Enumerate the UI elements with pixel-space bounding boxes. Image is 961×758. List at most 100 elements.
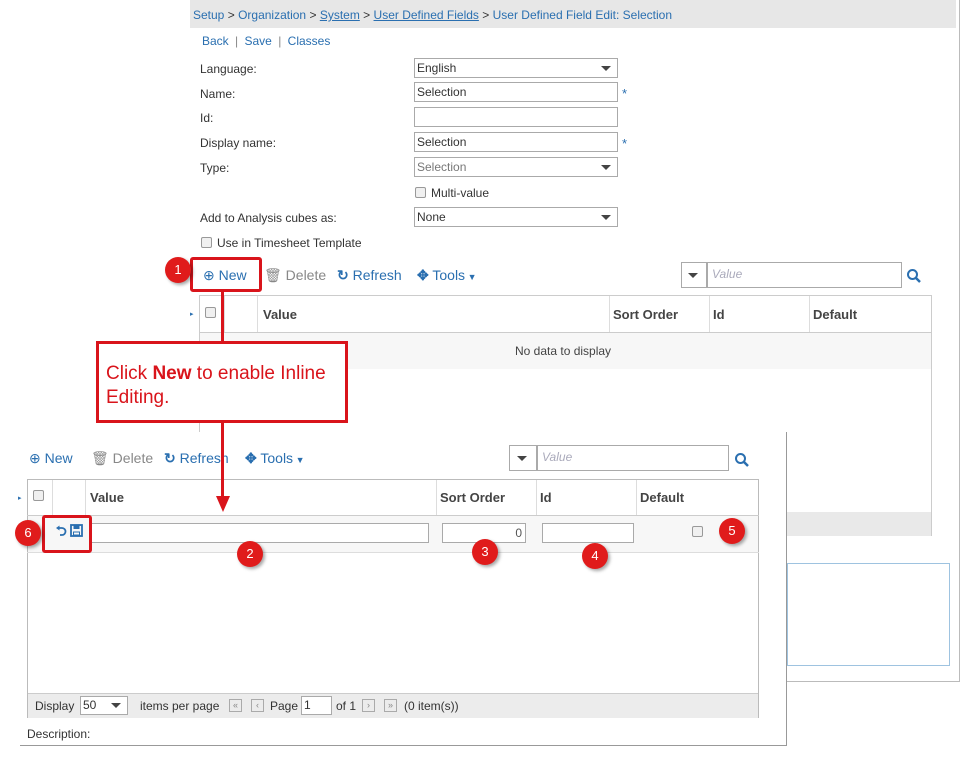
language-select[interactable]: English — [414, 58, 618, 78]
description-box-back — [787, 563, 950, 666]
search-input[interactable]: Value — [537, 445, 729, 471]
multi-value-label: Multi-value — [431, 186, 490, 200]
display-name-value: Selection — [417, 135, 467, 149]
required-marker: * — [622, 86, 628, 101]
type-label: Type: — [200, 161, 230, 175]
select-all-checkbox[interactable] — [33, 490, 44, 501]
last-page-button[interactable]: » — [384, 699, 397, 712]
action-separator: | — [278, 34, 282, 48]
classes-link[interactable]: Classes — [288, 34, 331, 48]
search-column-dropdown[interactable] — [681, 262, 707, 288]
divider — [709, 296, 710, 332]
save-link[interactable]: Save — [245, 34, 272, 48]
tools-button-back[interactable]: ✥ Tools ▼ — [417, 267, 476, 284]
column-header-value[interactable]: Value — [90, 490, 124, 505]
save-undo-highlight-box — [42, 515, 92, 553]
display-name-label: Display name: — [200, 136, 277, 150]
breadcrumb-system[interactable]: System — [320, 8, 360, 22]
first-page-button[interactable]: « — [229, 699, 242, 712]
arrow-line — [221, 292, 224, 341]
chevron-down-icon — [688, 273, 698, 278]
breadcrumb-setup[interactable]: Setup — [193, 8, 224, 22]
chevron-right-icon: › — [367, 700, 370, 710]
pager-strip-back — [787, 512, 931, 536]
timesheet-checkbox[interactable] — [201, 237, 212, 248]
divider — [224, 296, 225, 332]
analysis-select[interactable]: None — [414, 207, 618, 227]
tools-label: Tools — [432, 267, 466, 283]
page-number-input[interactable]: 1 — [301, 696, 332, 715]
column-header-sort-order[interactable]: Sort Order — [613, 307, 678, 322]
chevron-down-icon — [111, 703, 121, 708]
id-label: Id: — [200, 111, 214, 125]
refresh-button-back[interactable]: ↻ Refresh — [337, 267, 402, 284]
plus-circle-icon: ⊕ — [29, 450, 41, 466]
name-field[interactable]: Selection — [414, 82, 618, 102]
tools-button[interactable]: ✥ Tools ▼ — [245, 450, 304, 467]
instruction-callout: Click New to enable Inline Editing. — [96, 341, 348, 423]
value-input[interactable] — [89, 523, 429, 543]
timesheet-label: Use in Timesheet Template — [217, 236, 362, 250]
breadcrumb-user-defined-fields[interactable]: User Defined Fields — [374, 8, 479, 22]
trash-icon: 🗑 — [91, 450, 109, 466]
refresh-button[interactable]: ↻ Refresh — [164, 450, 229, 467]
divider — [436, 480, 437, 515]
page-size-select[interactable]: 50 — [80, 696, 128, 715]
action-links: Back | Save | Classes — [202, 34, 330, 48]
default-checkbox[interactable] — [692, 526, 703, 537]
delete-button[interactable]: 🗑 Delete — [91, 450, 153, 467]
column-header-default[interactable]: Default — [813, 307, 857, 322]
chevron-down-icon — [601, 215, 611, 220]
breadcrumb-organization[interactable]: Organization — [238, 8, 306, 22]
breadcrumb-separator: > — [482, 8, 490, 22]
display-name-field[interactable]: Selection — [414, 132, 618, 152]
search-icon[interactable] — [906, 268, 922, 284]
breadcrumb-current: User Defined Field Edit: Selection — [492, 8, 673, 22]
arrow-head — [216, 496, 230, 512]
analysis-value: None — [417, 210, 446, 224]
double-chevron-left-icon: « — [232, 700, 238, 710]
display-label: Display — [35, 699, 75, 713]
id-input[interactable] — [542, 523, 634, 543]
column-header-id[interactable]: Id — [713, 307, 725, 322]
step-badge-5: 5 — [719, 518, 745, 544]
column-header-value[interactable]: Value — [263, 307, 297, 322]
column-header-sort-order[interactable]: Sort Order — [440, 490, 505, 505]
language-value: English — [417, 61, 457, 75]
refresh-label: Refresh — [352, 267, 402, 283]
step-badge-6: 6 — [15, 520, 41, 546]
multi-value-checkbox[interactable] — [415, 187, 426, 198]
prev-page-button[interactable]: ‹ — [251, 699, 264, 712]
search-column-dropdown[interactable] — [509, 445, 537, 471]
delete-label: Delete — [112, 450, 154, 466]
search-input-back[interactable]: Value — [707, 262, 902, 288]
new-button[interactable]: ⊕ New — [29, 450, 73, 467]
next-page-button[interactable]: › — [362, 699, 375, 712]
column-header-id[interactable]: Id — [540, 490, 552, 505]
name-value: Selection — [417, 85, 467, 99]
step-badge-2: 2 — [237, 541, 263, 567]
action-separator: | — [235, 34, 239, 48]
search-icon[interactable] — [734, 452, 750, 468]
id-field[interactable] — [414, 107, 618, 127]
type-select[interactable]: Selection — [414, 157, 618, 177]
caret-down-icon: ▼ — [293, 455, 305, 465]
divider — [809, 296, 810, 332]
breadcrumb-separator: > — [309, 8, 317, 22]
refresh-icon: ↻ — [164, 450, 176, 466]
chevron-down-icon — [601, 165, 611, 170]
breadcrumb: Setup > Organization > System > User Def… — [190, 0, 956, 28]
divider — [257, 296, 258, 332]
delete-button-back[interactable]: 🗑 Delete — [264, 267, 326, 284]
select-all-checkbox-back[interactable] — [205, 307, 216, 318]
expand-icon: ▸ — [190, 311, 194, 318]
chevron-down-icon — [601, 66, 611, 71]
column-header-default[interactable]: Default — [640, 490, 684, 505]
double-chevron-right-icon: » — [387, 700, 393, 710]
back-link[interactable]: Back — [202, 34, 229, 48]
divider — [52, 480, 53, 515]
required-marker: * — [622, 136, 628, 151]
divider — [636, 480, 637, 515]
name-label: Name: — [200, 87, 236, 101]
expand-icon: ▸ — [18, 495, 22, 502]
